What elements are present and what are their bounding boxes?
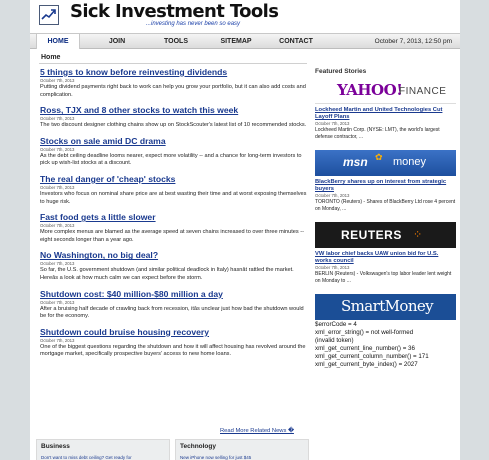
- nav-home[interactable]: HOME: [36, 34, 80, 49]
- news-item: No Washington, no big deal? October 7th,…: [40, 250, 308, 282]
- nav-join[interactable]: JOIN: [92, 34, 142, 49]
- news-summary: More complex menus are blamed as the ave…: [40, 229, 304, 243]
- reuters-logo-text: REUTERS: [341, 228, 402, 242]
- xml-error-line: xml_error_string() = not well-formed: [315, 329, 414, 336]
- business-box: Business Don't want to miss debt ceiling…: [36, 439, 170, 460]
- site-tagline: ...investing has never been so easy: [146, 21, 241, 27]
- site-header: Sick Investment Tools ...investing has n…: [30, 0, 460, 32]
- nav-sitemap[interactable]: SITEMAP: [208, 34, 264, 49]
- nav-tools[interactable]: TOOLS: [150, 34, 202, 49]
- yahoo-story-body: Lockheed Martin Corp. (NYSE: LMT), the w…: [315, 127, 440, 140]
- xml-error-line: xml_get_current_column_number() = 171: [315, 353, 429, 360]
- news-item: Stocks on sale amid DC drama October 7th…: [40, 136, 308, 168]
- msn-story-link[interactable]: BlackBerry shares up on interest from st…: [315, 179, 456, 193]
- news-title[interactable]: Stocks on sale amid DC drama: [40, 136, 308, 147]
- business-title: Business: [41, 443, 70, 450]
- breadcrumb-divider: [39, 63, 307, 64]
- news-title[interactable]: Fast food gets a little slower: [40, 212, 308, 223]
- news-summary: The two discount designer clothing chain…: [40, 122, 307, 129]
- technology-link[interactable]: New iPhone now selling for just $45: [180, 455, 251, 460]
- breadcrumb[interactable]: Home: [41, 54, 60, 61]
- technology-title: Technology: [180, 443, 216, 450]
- business-link[interactable]: Don't want to miss debt ceiling? Get rea…: [41, 455, 132, 460]
- xml-error-line: $errorCode = 4: [315, 321, 357, 328]
- page: Sick Investment Tools ...investing has n…: [30, 0, 460, 460]
- smartmoney-logo[interactable]: SmartMoney: [315, 294, 456, 320]
- news-item: Shutdown could bruise housing recovery O…: [40, 327, 308, 359]
- news-summary: So far, the U.S. government shutdown (an…: [40, 267, 294, 281]
- technology-box: Technology New iPhone now selling for ju…: [175, 439, 309, 460]
- news-item: 5 things to know before reinvesting divi…: [40, 67, 308, 99]
- butterfly-icon: ✿: [375, 152, 383, 162]
- news-summary: As the debt ceiling deadline looms neare…: [40, 152, 302, 167]
- news-item: Ross, TJX and 8 other stocks to watch th…: [40, 105, 308, 130]
- news-summary: After a bruising half decade of crawling…: [40, 305, 304, 320]
- finance-logo-text: FINANCE: [399, 86, 447, 97]
- news-summary: One of the biggest questions regarding t…: [40, 343, 306, 358]
- reuters-dots-icon: ⁘: [413, 229, 423, 241]
- yahoo-logo-text: YAHOO!: [337, 81, 403, 99]
- xml-error-line: (invalid token): [315, 337, 354, 344]
- news-item: Shutdown cost: $40 million-$80 million a…: [40, 289, 308, 321]
- reuters-story-link[interactable]: VW labor chief backs UAW union bid for U…: [315, 251, 456, 265]
- featured-title: Featured Stories: [315, 68, 367, 75]
- xml-error-line: xml_get_current_byte_index() = 2027: [315, 361, 418, 368]
- news-title[interactable]: No Washington, no big deal?: [40, 250, 308, 261]
- reuters-story-body: BERLIN (Reuters) - Volkswagen's top labo…: [315, 271, 452, 284]
- xml-error-line: xml_get_current_line_number() = 36: [315, 345, 415, 352]
- news-summary: Putting dividend payments right back to …: [40, 84, 306, 98]
- msn-money-logo[interactable]: msn ✿ money: [315, 150, 456, 176]
- msn-logo-text: msn: [343, 155, 368, 169]
- yahoo-finance-logo[interactable]: YAHOO! FINANCE: [315, 78, 456, 104]
- news-summary: Investors who focus on nominal share pri…: [40, 190, 307, 205]
- news-item: The real danger of 'cheap' stocks Octobe…: [40, 174, 308, 206]
- more-news-link[interactable]: Read More Related News �: [220, 428, 294, 434]
- nav-contact[interactable]: CONTACT: [268, 34, 324, 49]
- logo-chart-icon[interactable]: [39, 5, 59, 25]
- news-item: Fast food gets a little slower October 7…: [40, 212, 308, 244]
- news-title[interactable]: The real danger of 'cheap' stocks: [40, 174, 308, 185]
- money-logo-text: money: [393, 156, 427, 168]
- reuters-logo[interactable]: REUTERS ⁘: [315, 222, 456, 248]
- news-title[interactable]: Shutdown cost: $40 million-$80 million a…: [40, 289, 308, 300]
- msn-story-body: TORONTO (Reuters) - Shares of BlackBerry…: [315, 199, 456, 212]
- news-title[interactable]: 5 things to know before reinvesting divi…: [40, 67, 308, 78]
- news-list: 5 things to know before reinvesting divi…: [40, 67, 308, 365]
- news-title[interactable]: Ross, TJX and 8 other stocks to watch th…: [40, 105, 308, 116]
- news-title[interactable]: Shutdown could bruise housing recovery: [40, 327, 308, 338]
- site-title[interactable]: Sick Investment Tools: [70, 1, 279, 23]
- current-datetime: October 7, 2013, 12:50 pm: [374, 38, 452, 45]
- yahoo-story-link[interactable]: Lockheed Martin and United Technologies …: [315, 107, 456, 121]
- smartmoney-logo-text: SmartMoney: [341, 297, 434, 315]
- main-nav: HOME JOIN TOOLS SITEMAP CONTACT October …: [30, 33, 460, 49]
- featured-stories: Featured Stories YAHOO! FINANCE Lockheed…: [315, 68, 456, 369]
